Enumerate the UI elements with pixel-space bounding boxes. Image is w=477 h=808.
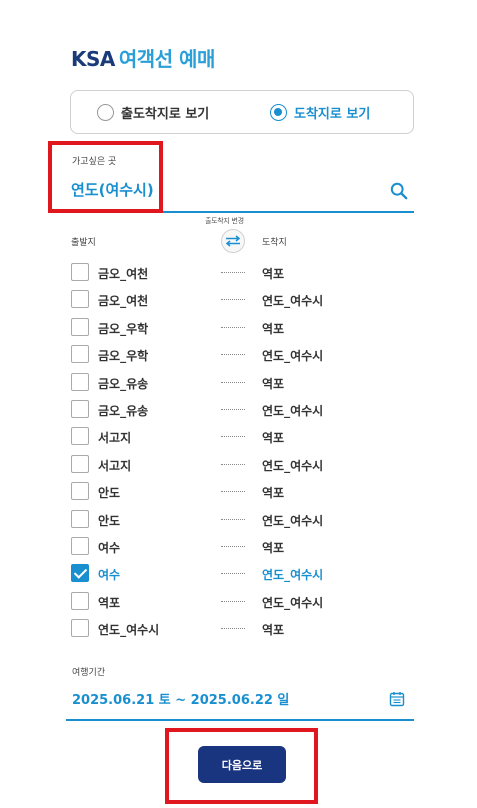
route-connector [221, 408, 245, 410]
radio-circle-checked [270, 104, 287, 121]
page-subtitle: 여객선 예매 [118, 47, 215, 71]
route-row[interactable]: 금오_우학 역포 [71, 314, 411, 341]
route-arrival: 연도_여수시 [262, 349, 324, 364]
route-arrival: 역포 [262, 540, 285, 555]
route-connector [221, 381, 245, 383]
highlight-box-destination [48, 141, 163, 213]
route-departure: 안도 [98, 486, 121, 501]
route-arrival: 역포 [262, 376, 285, 391]
route-checkbox[interactable] [71, 399, 89, 418]
page-title: KSA 여객선 예매 [71, 43, 215, 72]
route-departure: 금오_유송 [98, 376, 149, 391]
route-connector [221, 299, 245, 301]
swap-caption: 출도착지 변경 [205, 217, 244, 225]
route-departure: 금오_유송 [98, 403, 149, 418]
route-connector [221, 272, 245, 273]
route-departure: 금오_우학 [98, 349, 149, 364]
route-row-selected[interactable]: 여수 연도_여수시 [71, 560, 411, 587]
travel-period-input[interactable]: 2025.06.21 토 ~ 2025.06.22 일 [72, 689, 289, 708]
route-connector [221, 326, 245, 328]
route-row[interactable]: 금오_여천 연도_여수시 [71, 286, 411, 313]
route-connector [221, 600, 245, 602]
route-arrival: 연도_여수시 [262, 513, 324, 528]
route-row[interactable]: 여수 역포 [71, 533, 411, 560]
route-departure: 서고지 [98, 431, 132, 446]
route-arrival: 연도_여수시 [262, 595, 324, 610]
route-row[interactable]: 안도 연도_여수시 [71, 506, 411, 533]
route-departure: 서고지 [98, 458, 132, 473]
travel-period-underline [66, 719, 414, 721]
route-row[interactable]: 금오_우학 연도_여수시 [71, 341, 411, 368]
route-checkbox[interactable] [71, 427, 89, 446]
route-arrival: 연도_여수시 [262, 568, 324, 583]
route-departure: 연도_여수시 [98, 623, 160, 638]
route-checkbox[interactable] [71, 509, 89, 528]
route-row[interactable]: 금오_여천 역포 [71, 259, 411, 286]
route-row[interactable]: 안도 역포 [71, 478, 411, 505]
route-connector [221, 491, 245, 493]
route-row[interactable]: 금오_유송 역포 [71, 369, 411, 396]
route-departure: 역포 [98, 595, 121, 610]
route-connector [221, 545, 245, 547]
radio-arrival-view[interactable]: 도착지로 보기 [270, 103, 370, 122]
route-checkbox[interactable] [71, 345, 89, 364]
route-arrival: 역포 [262, 486, 285, 501]
route-row[interactable]: 역포 연도_여수시 [71, 588, 411, 615]
route-departure: 여수 [98, 568, 121, 583]
route-connector [221, 518, 245, 520]
route-checkbox[interactable] [71, 536, 89, 555]
route-arrival: 연도_여수시 [262, 403, 324, 418]
travel-period-label: 여행기간 [72, 668, 106, 678]
route-connector [221, 436, 245, 438]
route-checkbox[interactable] [71, 317, 89, 336]
route-checkbox[interactable] [71, 263, 89, 281]
route-arrival: 역포 [262, 623, 285, 638]
route-connector [221, 463, 245, 465]
route-departure: 여수 [98, 540, 121, 555]
route-checkbox-checked[interactable] [71, 564, 89, 583]
search-icon[interactable] [390, 182, 408, 200]
route-departure: 금오_여천 [98, 267, 149, 281]
route-row[interactable]: 서고지 연도_여수시 [71, 451, 411, 478]
calendar-icon[interactable] [389, 691, 405, 707]
route-checkbox[interactable] [71, 482, 89, 501]
route-checkbox[interactable] [71, 454, 89, 473]
route-departure: 금오_우학 [98, 321, 149, 336]
route-connector [221, 354, 245, 356]
route-arrival: 연도_여수시 [262, 458, 324, 473]
route-arrival: 연도_여수시 [262, 294, 324, 309]
view-toggle: 출도착지로 보기 도착지로 보기 [70, 90, 414, 134]
route-checkbox[interactable] [71, 372, 89, 391]
swap-button[interactable] [221, 229, 245, 253]
route-row[interactable]: 서고지 역포 [71, 423, 411, 450]
arrival-column-header: 도착지 [262, 238, 287, 248]
departure-column-header: 출발지 [71, 238, 96, 248]
route-arrival: 역포 [262, 267, 285, 281]
route-row[interactable]: 금오_유송 연도_여수시 [71, 396, 411, 423]
route-connector [221, 628, 245, 630]
radio-label: 출도착지로 보기 [121, 107, 210, 122]
route-list: 금오_여천 역포 금오_여천 연도_여수시 금오_우학 역포 금오_우학 연도_여수시 … [71, 259, 411, 642]
route-departure: 금오_여천 [98, 294, 149, 309]
route-arrival: 역포 [262, 321, 285, 336]
route-checkbox[interactable] [71, 619, 89, 638]
route-arrival: 역포 [262, 431, 285, 446]
route-checkbox[interactable] [71, 591, 89, 610]
swap-arrows-icon [225, 235, 241, 247]
route-departure: 안도 [98, 513, 121, 528]
radio-departure-arrival-view[interactable]: 출도착지로 보기 [97, 103, 209, 122]
brand-name: KSA [71, 47, 115, 71]
next-button[interactable]: 다음으로 [198, 746, 286, 783]
radio-circle-unchecked [97, 104, 114, 121]
radio-label: 도착지로 보기 [294, 107, 371, 122]
route-row[interactable]: 연도_여수시 역포 [71, 615, 411, 642]
route-connector [221, 573, 245, 575]
route-checkbox[interactable] [71, 290, 89, 309]
